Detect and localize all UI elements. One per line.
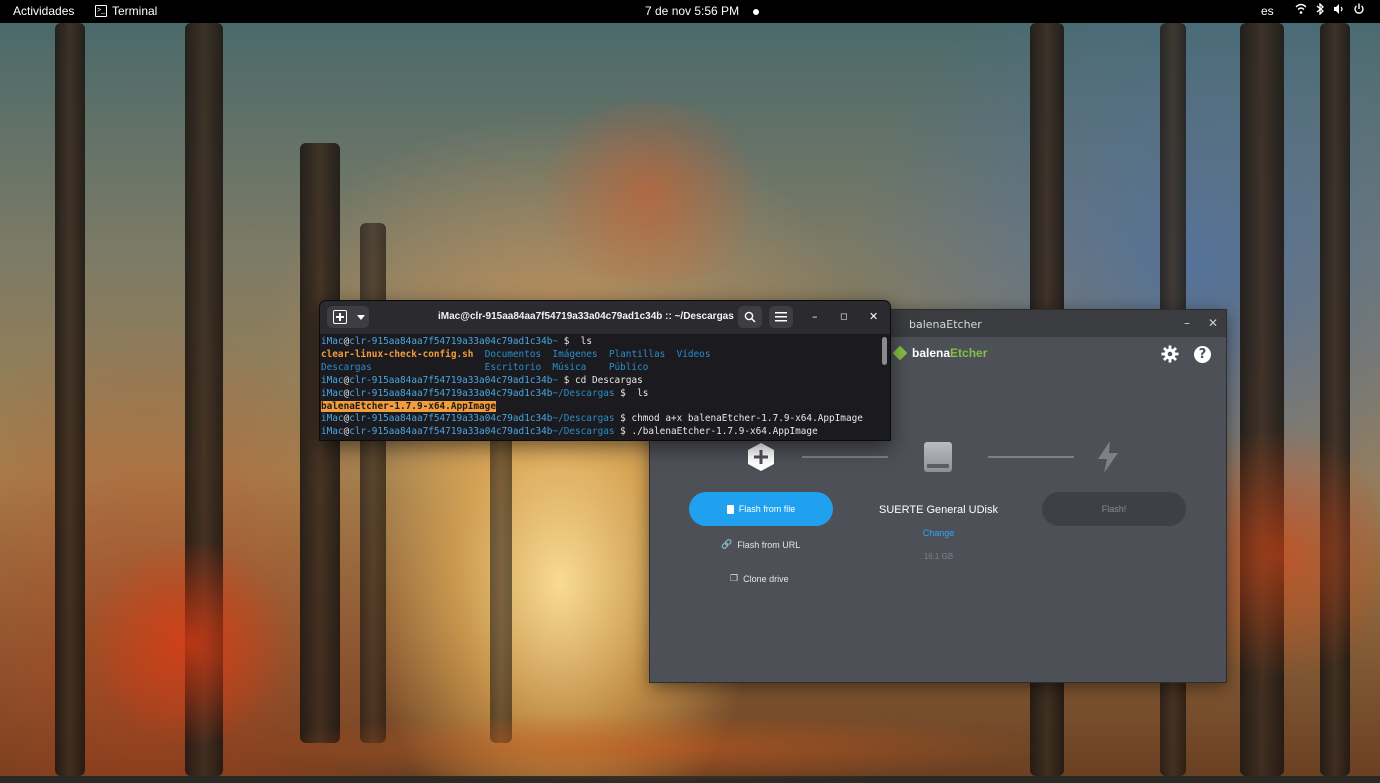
system-tray[interactable] (1295, 2, 1365, 18)
prompt-user: iMac (321, 413, 344, 425)
app-name-label: Terminal (112, 4, 158, 18)
brand-part1: balena (912, 346, 951, 360)
terminal-line: iMac@clr-915aa84aa7f54719a33a04c79ad1c34… (321, 336, 890, 349)
ls-dirs: Documentos Imágenes Plantillas Vídeos (473, 348, 711, 360)
wallpaper-leaves (520, 103, 780, 283)
chevron-down-icon[interactable] (357, 314, 365, 320)
prompt-user: iMac (321, 426, 344, 438)
prompt-user: iMac (321, 374, 344, 386)
change-drive-link[interactable]: Change (860, 528, 1017, 538)
ls-dirs: Descargas Escritorio Música Público (321, 361, 649, 373)
minimize-icon[interactable]: – (1184, 316, 1190, 330)
new-tab-button[interactable] (327, 306, 369, 328)
top-bar: Actividades >_ Terminal 7 de nov 5:56 PM… (0, 0, 1380, 23)
etcher-window-title: balenaEtcher (909, 318, 982, 331)
terminal-line: balenaEtcher-1.7.9-x64.AppImage (321, 400, 890, 414)
ls-executable: clear-linux-check-config.sh (321, 348, 474, 360)
terminal-line: iMac@clr-915aa84aa7f54719a33a04c79ad1c34… (321, 388, 890, 401)
menu-button[interactable] (769, 306, 793, 328)
volume-icon (1333, 3, 1345, 18)
search-button[interactable] (738, 306, 762, 328)
wallpaper-leaves (250, 713, 1050, 783)
help-icon[interactable]: ? (1194, 346, 1211, 363)
prompt-user: iMac (321, 387, 344, 399)
flash-from-file-button[interactable]: Flash from file (689, 492, 833, 526)
wallpaper-tree (55, 23, 85, 776)
prompt-command: $ chmod a+x balenaEtcher-1.7.9-x64.AppIm… (614, 413, 863, 425)
step-connector (802, 456, 888, 458)
flash-button[interactable]: Flash! (1042, 492, 1186, 526)
drive-icon (924, 442, 952, 472)
prompt-host: clr-915aa84aa7f54719a33a04c79ad1c34b (349, 426, 553, 438)
prompt-command: $ cd Descargas (558, 374, 643, 386)
terminal-line: iMac@clr-915aa84aa7f54719a33a04c79ad1c34… (321, 413, 890, 426)
prompt-command: $ ls (558, 336, 592, 347)
language-indicator[interactable]: es (1261, 4, 1274, 18)
link-icon: 🔗 (721, 539, 733, 549)
terminal-scrollbar[interactable] (882, 337, 887, 365)
ls-appimage-file: balenaEtcher-1.7.9-x64.AppImage (321, 400, 496, 412)
wifi-icon (1295, 3, 1307, 18)
prompt-path: ~/Descargas (552, 413, 615, 425)
maximize-icon[interactable]: ◻ (840, 312, 847, 322)
selected-drive-name: SUERTE General UDisk (879, 504, 998, 516)
prompt-path: ~/Descargas (552, 426, 615, 438)
flash-from-url-button[interactable]: 🔗 Flash from URL (721, 539, 800, 550)
new-tab-icon (333, 310, 347, 324)
drive-size: 16.1 GB (923, 552, 954, 561)
terminal-line: Descargas Escritorio Música Público (321, 362, 890, 375)
terminal-line: clear-linux-check-config.sh Documentos I… (321, 349, 890, 362)
etcher-logo: balenaEtcher (892, 345, 988, 361)
prompt-host: clr-915aa84aa7f54719a33a04c79ad1c34b (349, 413, 553, 425)
brand-part2: Etcher (950, 346, 988, 360)
copy-icon: ❐ (730, 573, 739, 583)
prompt-command: $ ./balenaEtcher-1.7.9-x64.AppImage (614, 426, 818, 438)
prompt-command: $ ls (614, 387, 649, 399)
prompt-host: clr-915aa84aa7f54719a33a04c79ad1c34b (349, 387, 553, 399)
flash-bolt-icon (1098, 441, 1118, 473)
activities-button[interactable]: Actividades (13, 4, 74, 18)
bluetooth-icon (1315, 2, 1325, 18)
terminal-window: iMac@clr-915aa84aa7f54719a33a04c79ad1c34… (319, 300, 891, 441)
prompt-host: clr-915aa84aa7f54719a33a04c79ad1c34b (349, 374, 553, 386)
step-connector (988, 456, 1074, 458)
clone-drive-label: Clone drive (743, 573, 789, 584)
hamburger-menu-icon (775, 312, 787, 322)
power-icon (1353, 3, 1365, 18)
terminal-output[interactable]: iMac@clr-915aa84aa7f54719a33a04c79ad1c34… (320, 334, 890, 439)
flash-from-file-label: Flash from file (738, 504, 796, 514)
close-icon[interactable]: ✕ (869, 310, 878, 323)
settings-gear-icon[interactable] (1161, 345, 1179, 363)
terminal-line: iMac@clr-915aa84aa7f54719a33a04c79ad1c34… (321, 426, 890, 439)
file-icon (726, 504, 734, 514)
clone-drive-button[interactable]: ❐ Clone drive (730, 573, 789, 584)
prompt-path: ~/Descargas (552, 387, 615, 399)
app-menu-terminal[interactable]: >_ Terminal (95, 4, 157, 18)
search-icon (744, 311, 756, 323)
wallpaper-leaves (80, 543, 300, 743)
prompt-user: iMac (321, 336, 344, 347)
balena-cube-icon (892, 345, 908, 361)
close-icon[interactable]: ✕ (1208, 316, 1218, 330)
image-source-hex-icon (748, 443, 774, 471)
terminal-headerbar[interactable]: iMac@clr-915aa84aa7f54719a33a04c79ad1c34… (320, 301, 890, 334)
terminal-title: iMac@clr-915aa84aa7f54719a33a04c79ad1c34… (438, 311, 734, 322)
terminal-line: iMac@clr-915aa84aa7f54719a33a04c79ad1c34… (321, 375, 890, 388)
flash-from-url-label: Flash from URL (737, 539, 801, 550)
minimize-icon[interactable]: – (812, 310, 818, 323)
clock[interactable]: 7 de nov 5:56 PM (645, 4, 739, 18)
notification-dot (753, 9, 759, 15)
prompt-host: clr-915aa84aa7f54719a33a04c79ad1c34b (349, 336, 553, 347)
terminal-icon: >_ (95, 5, 107, 17)
wallpaper-tree (300, 143, 340, 743)
